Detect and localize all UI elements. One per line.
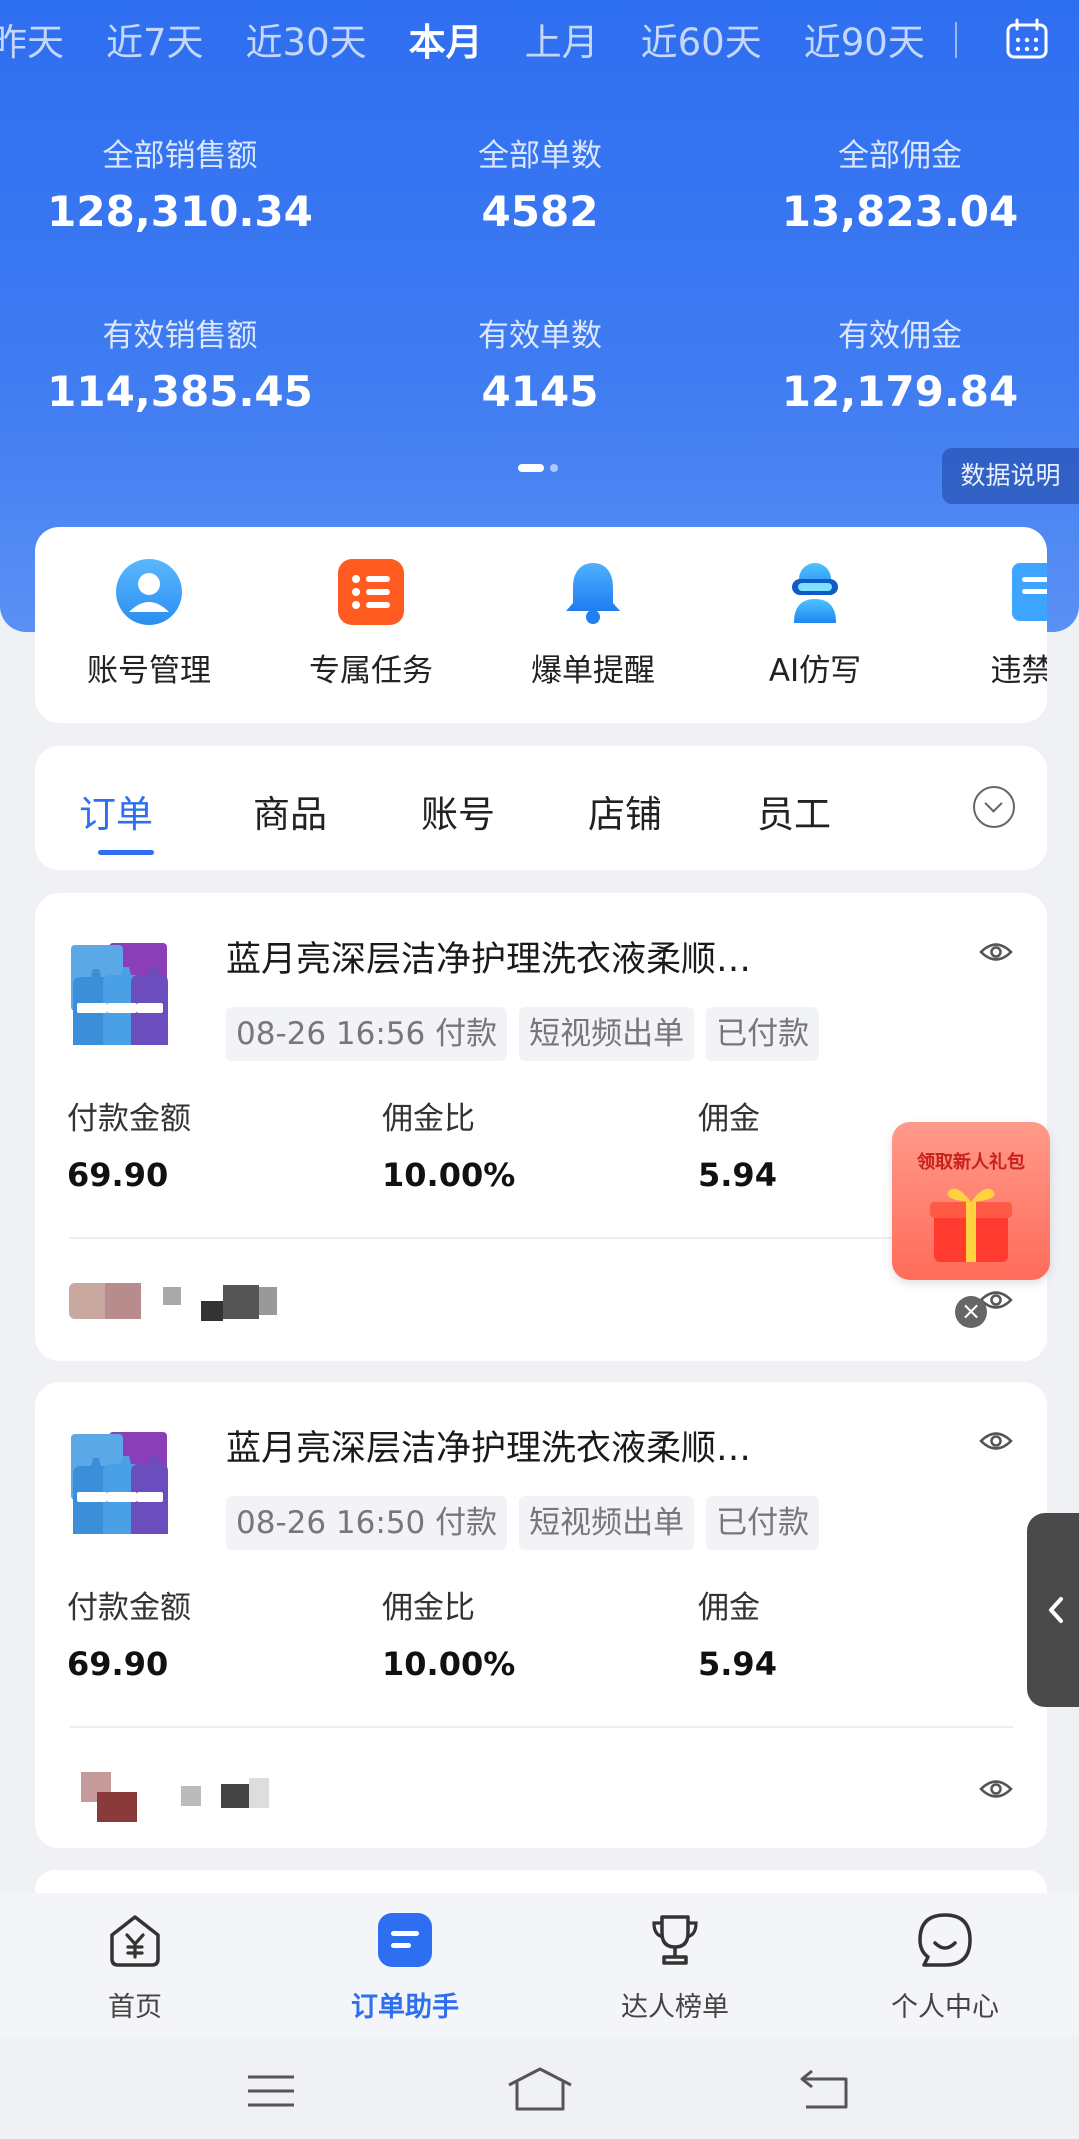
page-dot-active [518,464,544,472]
bottom-navigation: 首页 订单助手 达人榜单 个人中心 [0,1893,1079,2037]
trophy-icon [652,1915,698,1965]
date-tab-60d[interactable]: 近60天 [641,12,762,66]
data-explain-button[interactable]: 数据说明 [942,448,1079,504]
eye-icon[interactable] [979,1430,1013,1452]
stat-valid-commission: 有效佣金 12,179.84 [781,318,1019,416]
product-title: 蓝月亮深层洁净护理洗衣液柔顺… [226,1429,752,1469]
home-icon[interactable] [505,2065,575,2113]
gift-popup-label: 领取新人礼包 [917,1152,1025,1173]
chevron-left-icon [1049,1597,1063,1623]
date-tab-this-month[interactable]: 本月 [409,12,483,66]
stat-total-orders: 全部单数 4582 [478,138,602,236]
product-thumbnail [69,1422,169,1542]
product-thumbnail [69,933,169,1053]
date-tab-last-month[interactable]: 上月 [525,12,599,66]
source-tag: 短视频出单 [519,1496,695,1550]
source-tag: 短视频出单 [519,1007,695,1061]
stat-valid-sales: 有效销售额 114,385.45 [47,318,313,416]
metric-commission: 佣金 5.94 [698,1590,777,1683]
nav-home[interactable]: 首页 [35,1911,235,2024]
date-tab-7d[interactable]: 近7天 [106,12,204,66]
back-icon[interactable] [798,2067,850,2111]
stat-total-sales: 全部销售额 128,310.34 [47,138,313,236]
order-card[interactable]: 蓝月亮深层洁净护理洗衣液柔顺… 08-26 16:50 付款 短视频出单 已付款… [35,1382,1047,1848]
chat-smile-icon [918,1913,972,1967]
menu-icon[interactable] [246,2073,296,2109]
pay-time-tag: 08-26 16:50 付款 [226,1496,508,1550]
stat-total-commission: 全部佣金 13,823.04 [781,138,1019,236]
new-user-gift-popup[interactable]: 领取新人礼包 [892,1122,1050,1280]
nav-order-assistant[interactable]: 订单助手 [305,1911,505,2024]
yuan-home-icon [110,1915,160,1967]
order-category-tabs: 订单 商品 账号 店铺 员工 [35,746,1047,870]
task-list-icon [338,559,404,625]
user-circle-icon [116,559,182,625]
tab-staff[interactable]: 员工 [757,784,831,838]
metric-commission-rate: 佣金比 10.00% [382,1101,516,1194]
card-divider [69,1237,1013,1239]
quick-actions-card: 账号管理 专属任务 爆单提醒 AI仿写 违禁 [35,527,1047,723]
order-assistant-icon [378,1913,432,1967]
system-navigation-bar [0,2037,1079,2139]
metric-pay-amount: 付款金额 69.90 [67,1101,191,1194]
page-dot [550,464,558,472]
status-tag: 已付款 [706,1007,820,1061]
bell-icon [566,563,620,624]
active-tab-underline [98,850,154,855]
metric-pay-amount: 付款金额 69.90 [67,1590,191,1683]
metric-commission: 佣金 5.94 [698,1101,777,1194]
page-indicator [518,464,558,472]
chevron-down-icon[interactable] [973,786,1015,828]
document-icon [1012,563,1047,621]
date-tab-30d[interactable]: 近30天 [246,12,367,66]
ai-robot-icon [792,563,838,623]
order-tags: 08-26 16:50 付款 短视频出单 已付款 [226,1496,820,1550]
tab-orders[interactable]: 订单 [79,784,153,838]
tab-products[interactable]: 商品 [253,784,327,838]
date-range-tabs: 昨天 近7天 近30天 本月 上月 近60天 近90天 [0,0,950,78]
quick-ai-rewrite[interactable]: AI仿写 [715,557,915,690]
date-tab-90d[interactable]: 近90天 [804,12,925,66]
status-tag: 已付款 [706,1496,820,1550]
stat-valid-orders: 有效单数 4145 [478,318,602,416]
nav-influencer-rank[interactable]: 达人榜单 [575,1911,775,2024]
eye-icon[interactable] [979,941,1013,963]
quick-exclusive-task[interactable]: 专属任务 [271,557,471,690]
order-card[interactable]: 蓝月亮深层洁净护理洗衣液柔顺… 08-26 16:56 付款 短视频出单 已付款… [35,893,1047,1361]
product-title: 蓝月亮深层洁净护理洗衣液柔顺… [226,940,752,980]
tab-shops[interactable]: 店铺 [588,784,662,838]
order-tags: 08-26 16:56 付款 短视频出单 已付款 [226,1007,820,1061]
side-drawer-handle[interactable] [1027,1513,1079,1707]
tab-divider [955,22,957,58]
nav-profile[interactable]: 个人中心 [845,1911,1045,2024]
quick-hot-order-alert[interactable]: 爆单提醒 [493,557,693,690]
card-divider [69,1726,1013,1728]
date-tab-yesterday[interactable]: 昨天 [0,12,64,66]
eye-icon[interactable] [979,1778,1013,1800]
calendar-icon[interactable] [1005,18,1049,60]
quick-banned-words[interactable]: 违禁词 [937,557,1047,690]
tab-accounts[interactable]: 账号 [421,784,495,838]
metric-commission-rate: 佣金比 10.00% [382,1590,516,1683]
pay-time-tag: 08-26 16:56 付款 [226,1007,508,1061]
gift-box-icon [930,1188,1012,1262]
quick-account-manage[interactable]: 账号管理 [49,557,249,690]
close-icon[interactable]: × [955,1296,987,1328]
